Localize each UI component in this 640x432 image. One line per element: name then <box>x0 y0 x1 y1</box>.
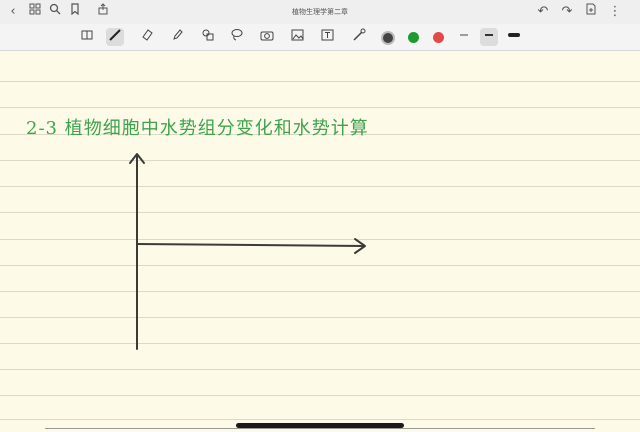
x-axis <box>136 238 366 254</box>
hand-drawn-axes <box>129 153 366 350</box>
page-bottom-edge <box>45 428 595 429</box>
y-axis <box>129 153 145 350</box>
home-indicator[interactable] <box>236 423 404 428</box>
